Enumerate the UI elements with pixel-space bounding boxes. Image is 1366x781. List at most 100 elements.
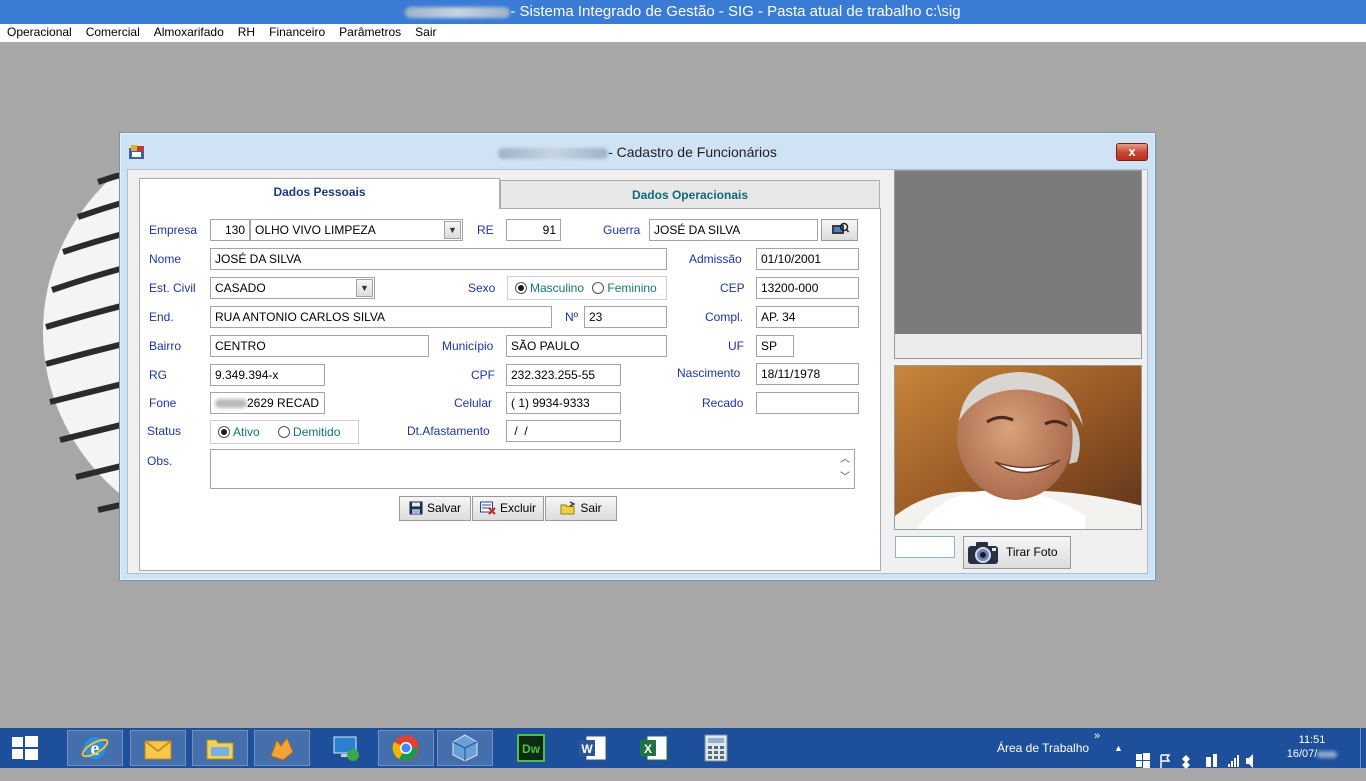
photo-code-field[interactable] [895,536,955,558]
chrome-icon [392,735,419,761]
tirar-foto-button[interactable]: Tirar Foto [963,536,1071,569]
menu-comercial[interactable]: Comercial [79,24,147,41]
menu-operacional[interactable]: Operacional [0,24,79,41]
uf-label: UF [728,339,744,353]
bairro-field[interactable]: CENTRO [210,335,429,357]
taskbar-virtualbox[interactable] [437,730,493,766]
tab-dados-operacionais[interactable]: Dados Operacionais [500,180,880,208]
numero-label: Nº [565,310,579,324]
employee-photo [894,365,1142,530]
empresa-code-field[interactable]: 130 [210,219,250,241]
start-button[interactable] [0,730,50,766]
empresa-select[interactable]: OLHO VIVO LIMPEZA ▼ [250,219,463,241]
chevron-down-icon[interactable]: ▼ [444,221,461,239]
rg-field[interactable]: 9.349.394-x [210,364,325,386]
save-icon [409,501,423,515]
obs-textarea[interactable]: ︿ ﹀ [210,449,855,489]
tray-expand-icon[interactable]: ▲ [1114,728,1123,768]
taskbar-clock[interactable]: 11:51 16/07/ [1286,733,1338,773]
chevron-down-icon[interactable]: ﹀ [837,469,853,487]
dialog-title: - Cadastro de Funcionários [608,144,777,160]
taskbar-file-explorer[interactable] [192,730,248,766]
nascimento-field[interactable]: 18/11/1978 [756,363,859,385]
excluir-button[interactable]: Excluir [472,496,544,521]
chevron-up-icon[interactable]: ︿ [837,451,853,469]
celular-field[interactable]: ( 1) 9934-9333 [506,392,621,414]
dt-afastamento-field[interactable]: / / [506,420,621,442]
cep-field[interactable]: 13200-000 [756,277,859,299]
admissao-label: Admissão [689,252,742,266]
menu-parametros[interactable]: Parâmetros [332,24,408,41]
numero-field[interactable]: 23 [584,306,667,328]
search-employee-button[interactable] [821,219,858,241]
status-demitido-label[interactable]: Demitido [293,425,340,439]
delete-icon [479,501,496,515]
sair-label: Sair [580,501,602,515]
internet-explorer-icon: e [81,737,109,760]
obs-scrollbar[interactable]: ︿ ﹀ [837,451,853,488]
sexo-masculino-label[interactable]: Masculino [530,281,584,295]
taskbar-dreamweaver[interactable]: Dw [503,730,559,766]
close-icon: x [1128,144,1136,159]
sair-button[interactable]: Sair [545,496,617,521]
status-radio-group: Ativo Demitido [210,420,359,444]
uf-field[interactable]: SP [756,335,794,357]
app-title: - Sistema Integrado de Gestão - SIG - Pa… [510,3,961,20]
desktop-toolbar-label[interactable]: Área de Trabalho [997,728,1089,768]
dados-pessoais-panel: Empresa 130 OLHO VIVO LIMPEZA ▼ RE 91 Gu… [139,208,881,571]
salvar-button[interactable]: Salvar [399,496,471,521]
recado-field[interactable] [756,392,859,414]
sexo-feminino-label[interactable]: Feminino [607,281,656,295]
chevron-down-icon[interactable]: ▼ [356,279,373,297]
clock-date-value: 16/07/ [1286,748,1318,760]
toolbar-chevron-icon[interactable]: » [1094,730,1100,770]
windows-logo-icon [12,736,38,760]
clock-time: 11:51 [1298,734,1326,746]
obs-label: Obs. [147,454,173,468]
admissao-field[interactable]: 01/10/2001 [756,248,859,270]
taskbar: e Dw W X Área de Trabalho » ▲ 11:51 16/0… [0,728,1366,770]
menu-bar: Operacional Comercial Almoxarifado RH Financ… [0,24,1366,42]
compl-field[interactable]: AP. 34 [756,306,859,328]
sexo-radio-group: Masculino Feminino [507,276,667,300]
cep-label: CEP [720,281,745,295]
recado-label: Recado [702,396,744,410]
menu-almoxarifado[interactable]: Almoxarifado [147,24,231,41]
sexo-feminino-radio[interactable] [592,282,605,294]
virtualbox-icon [452,734,478,762]
guerra-field[interactable]: JOSÉ DA SILVA [649,219,818,241]
sexo-label: Sexo [468,281,496,295]
est-civil-select[interactable]: CASADO ▼ [210,277,375,299]
taskbar-remote-desktop[interactable] [318,730,374,766]
taskbar-word[interactable]: W [565,730,621,766]
status-ativo-radio[interactable] [218,426,230,438]
menu-financeiro[interactable]: Financeiro [262,24,332,41]
endereco-field[interactable]: RUA ANTONIO CARLOS SILVA [210,306,552,328]
status-label: Status [147,424,182,438]
show-desktop-button[interactable] [1360,728,1366,768]
fone-field[interactable]: 2629 RECAD [210,392,325,414]
taskbar-internet-explorer[interactable]: e [67,730,123,766]
re-field[interactable]: 91 [506,219,561,241]
end-label: End. [149,310,174,324]
nascimento-label: Nascimento [677,366,741,380]
status-ativo-label[interactable]: Ativo [233,425,260,439]
taskbar-mail[interactable] [130,730,186,766]
sexo-masculino-radio[interactable] [515,282,527,294]
close-button[interactable]: x [1116,143,1148,161]
municipio-field[interactable]: SÃO PAULO [506,335,667,357]
folder-icon [206,739,234,760]
taskbar-app-fox[interactable] [254,730,310,766]
menu-rh[interactable]: RH [231,24,262,41]
menu-sair[interactable]: Sair [408,24,443,41]
compl-label: Compl. [705,310,744,324]
taskbar-excel[interactable]: X [626,730,682,766]
tab-dados-pessoais[interactable]: Dados Pessoais [139,178,500,209]
taskbar-calculator[interactable] [688,730,744,766]
taskbar-chrome[interactable] [378,730,434,766]
empresa-select-value: OLHO VIVO LIMPEZA [255,223,376,237]
mail-icon [144,740,172,760]
status-demitido-radio[interactable] [278,426,291,438]
nome-field[interactable]: JOSÉ DA SILVA [210,248,667,270]
cpf-field[interactable]: 232.323.255-55 [506,364,621,386]
